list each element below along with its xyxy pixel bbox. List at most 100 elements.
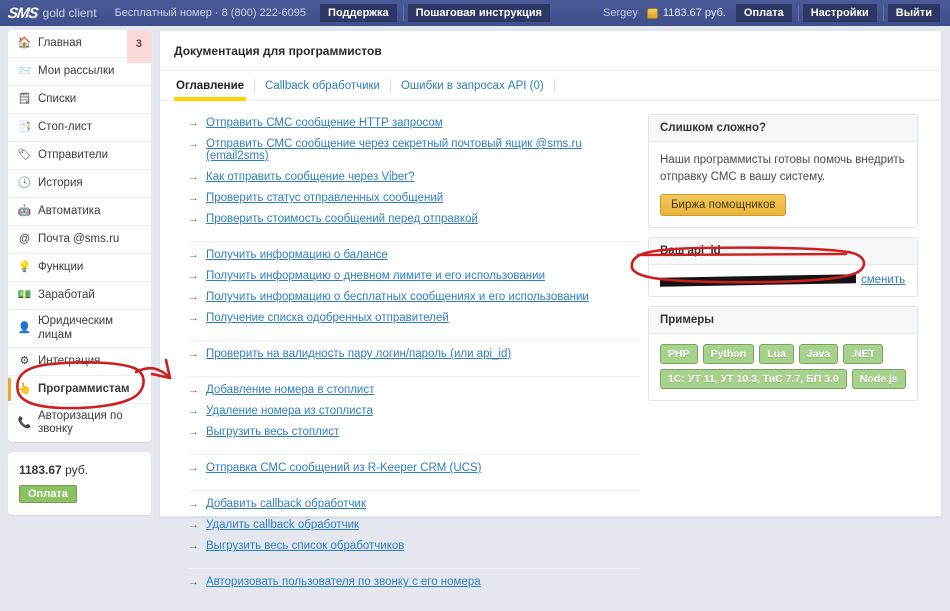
free-phone-number: Бесплатный номер · 8 (800) 222-6095 (114, 7, 307, 19)
sidebar-item-6[interactable]: 🤖 Автоматика (8, 198, 151, 226)
sidebar: 🏠 Главная 3 📨 Мои рассылки 🗒 Списки 📑 Стоп-лист 🏷… (8, 30, 151, 515)
arrow-right-icon: → (188, 171, 199, 183)
sidebar-item-2[interactable]: 🗒 Списки (8, 86, 151, 114)
sidebar-item-7[interactable]: @ Почта @sms.ru (8, 226, 151, 254)
settings-button[interactable]: Настройки (802, 4, 877, 22)
sidebar-item-0[interactable]: 🏠 Главная 3 (8, 30, 151, 63)
doc-link[interactable]: Проверить стоимость сообщений перед отпр… (206, 213, 478, 225)
support-button[interactable]: Поддержка (320, 4, 397, 22)
example-language-badges: PHP Python Lua Java .NET 1C: УТ 11, УТ 10.3, … (660, 344, 906, 390)
stoplist-icon: 📑 (17, 121, 32, 133)
api-id-change-link[interactable]: сменить (861, 274, 905, 286)
api-id-row: сменить (660, 274, 906, 287)
sidebar-item-8[interactable]: 💡 Функции (8, 254, 151, 282)
arrow-right-icon: → (188, 519, 199, 531)
divider (797, 5, 799, 21)
example-badge-0[interactable]: PHP (660, 344, 698, 365)
doc-link[interactable]: Проверить статус отправленных сообщений (206, 192, 443, 204)
doc-link[interactable]: Отправка СМС сообщений из R-Keeper CRM (… (206, 462, 481, 474)
sidebar-item-label: Стоп-лист (38, 120, 93, 133)
lightbulb-icon: 💡 (17, 261, 32, 273)
link-row: → Проверить статус отправленных сообщений (188, 192, 640, 204)
sidebar-balance-card: 1183.67 руб. Оплата (8, 452, 151, 515)
example-badge-1[interactable]: Python (702, 344, 755, 365)
sidebar-item-11[interactable]: ⚙ Интеграция (8, 348, 151, 376)
arrow-right-icon: → (188, 270, 199, 282)
sidebar-item-5[interactable]: 🕓 История (8, 170, 151, 198)
page-body: 🏠 Главная 3 📨 Мои рассылки 🗒 Списки 📑 Стоп-лист 🏷… (0, 26, 950, 588)
doc-link[interactable]: Удалить callback обработчик (206, 519, 359, 531)
logout-button[interactable]: Выйти (887, 4, 940, 22)
link-row: → Получить информацию о балансе (188, 249, 640, 261)
sidebar-item-4[interactable]: 🏷 Отправители (8, 142, 151, 170)
home-icon: 🏠 (17, 37, 32, 49)
link-row: → Отправить СМС сообщение HTTP запросом (188, 117, 640, 129)
doc-link[interactable]: Получить информацию о балансе (206, 249, 388, 261)
link-row: → Отправить СМС сообщение через секретный… (188, 138, 640, 162)
examples-panel: Примеры PHP Python Lua Java .NET 1C: УТ 11, У… (648, 306, 918, 402)
link-row: → Выгрузить весь стоплист (188, 426, 640, 438)
tab-divider (553, 79, 555, 92)
divider (882, 5, 884, 21)
sidebar-item-label: Авторизация по звонку (38, 409, 123, 435)
link-row: → Выгрузить весь список обработчиков (188, 540, 640, 552)
link-row: → Проверить на валидность пару логин/паро… (188, 348, 640, 360)
sidebar-balance-currency: руб. (65, 463, 88, 477)
link-row: → Отправка СМС сообщений из R-Keeper CRM … (188, 462, 640, 474)
link-row: → Удалить callback обработчик (188, 519, 640, 531)
examples-panel-body: PHP Python Lua Java .NET 1C: УТ 11, УТ 10.3, … (649, 334, 917, 400)
example-badge-4[interactable]: .NET (843, 344, 884, 365)
doc-link[interactable]: Отправить СМС сообщение HTTP запросом (206, 117, 443, 129)
user-name[interactable]: Sergey (603, 7, 638, 19)
sidebar-item-1[interactable]: 📨 Мои рассылки (8, 58, 151, 86)
sidebar-item-13[interactable]: 📞 Авторизация по звонку (8, 404, 151, 442)
person-suit-icon: 👤 (17, 322, 32, 334)
hand-pointer-icon: 👆 (17, 383, 32, 395)
step-guide-button[interactable]: Пошаговая инструкция (407, 4, 550, 22)
doc-link[interactable]: Отправить СМС сообщение через секретный … (206, 138, 640, 162)
main-content: Документация для программистов Оглавлени… (159, 30, 942, 588)
helpers-marketplace-button[interactable]: Биржа помощников (660, 194, 787, 217)
sidebar-balance-amount: 1183.67 (19, 463, 62, 477)
right-column: Слишком сложно? Наши программисты готовы… (640, 101, 930, 611)
sidebar-item-label: Списки (38, 92, 77, 105)
content-columns: → Отправить СМС сообщение HTTP запросом → О… (160, 101, 941, 611)
tab-0[interactable]: Оглавление (174, 80, 254, 101)
example-badge-5[interactable]: 1C: УТ 11, УТ 10.3, ТиС 7.7, БП 3.0 (660, 369, 847, 390)
at-mail-icon: @ (18, 233, 31, 245)
tab-1[interactable]: Callback обработчики (255, 80, 390, 100)
robot-icon: 🤖 (17, 205, 32, 217)
doc-link[interactable]: Добавление номера в стоплист (206, 384, 374, 396)
link-row: → Получить информацию о бесплатных сообще… (188, 291, 640, 303)
sidebar-pay-button[interactable]: Оплата (19, 485, 77, 503)
doc-link[interactable]: Как отправить сообщение через Viber? (206, 171, 415, 183)
example-badge-2[interactable]: Lua (759, 344, 794, 365)
mailing-icon: 📨 (17, 65, 32, 77)
doc-link[interactable]: Получить информацию о бесплатных сообщен… (206, 291, 589, 303)
doc-link[interactable]: Выгрузить весь стоплист (206, 426, 339, 438)
sidebar-item-12[interactable]: 👆 Программистам (8, 376, 151, 404)
sidebar-item-3[interactable]: 📑 Стоп-лист (8, 114, 151, 142)
tab-2[interactable]: Ошибки в запросах API (0) (391, 80, 554, 100)
help-panel-text: Наши программисты готовы помочь внедрить… (660, 154, 905, 183)
doc-link[interactable]: Добавить callback обработчик (206, 498, 366, 510)
link-row: → Получение списка одобренных отправителе… (188, 312, 640, 324)
sidebar-item-10[interactable]: 👤 Юридическим лицам (8, 310, 151, 348)
sidebar-item-9[interactable]: 💵 Заработай (8, 282, 151, 310)
doc-link[interactable]: Получить информацию о дневном лимите и е… (206, 270, 545, 282)
link-row: → Удаление номера из стоплиста (188, 405, 640, 417)
arrow-right-icon: → (188, 213, 199, 225)
doc-link[interactable]: Получение списка одобренных отправителей (206, 312, 449, 324)
example-badge-6[interactable]: Node.js (851, 369, 906, 390)
link-row: → Как отправить сообщение через Viber? (188, 171, 640, 183)
logo-sms[interactable]: SMS (7, 5, 39, 22)
doc-link[interactable]: Выгрузить весь список обработчиков (206, 540, 404, 552)
pay-button[interactable]: Оплата (735, 4, 792, 22)
link-row: → Авторизовать пользователя по звонку с е… (188, 576, 640, 588)
page-title: Документация для программистов (160, 31, 941, 71)
doc-link[interactable]: Проверить на валидность пару логин/парол… (206, 348, 511, 360)
senders-tag-icon: 🏷 (17, 149, 32, 161)
doc-link[interactable]: Авторизовать пользователя по звонку с ег… (206, 576, 481, 588)
doc-link[interactable]: Удаление номера из стоплиста (206, 405, 373, 417)
example-badge-3[interactable]: Java (798, 344, 839, 365)
